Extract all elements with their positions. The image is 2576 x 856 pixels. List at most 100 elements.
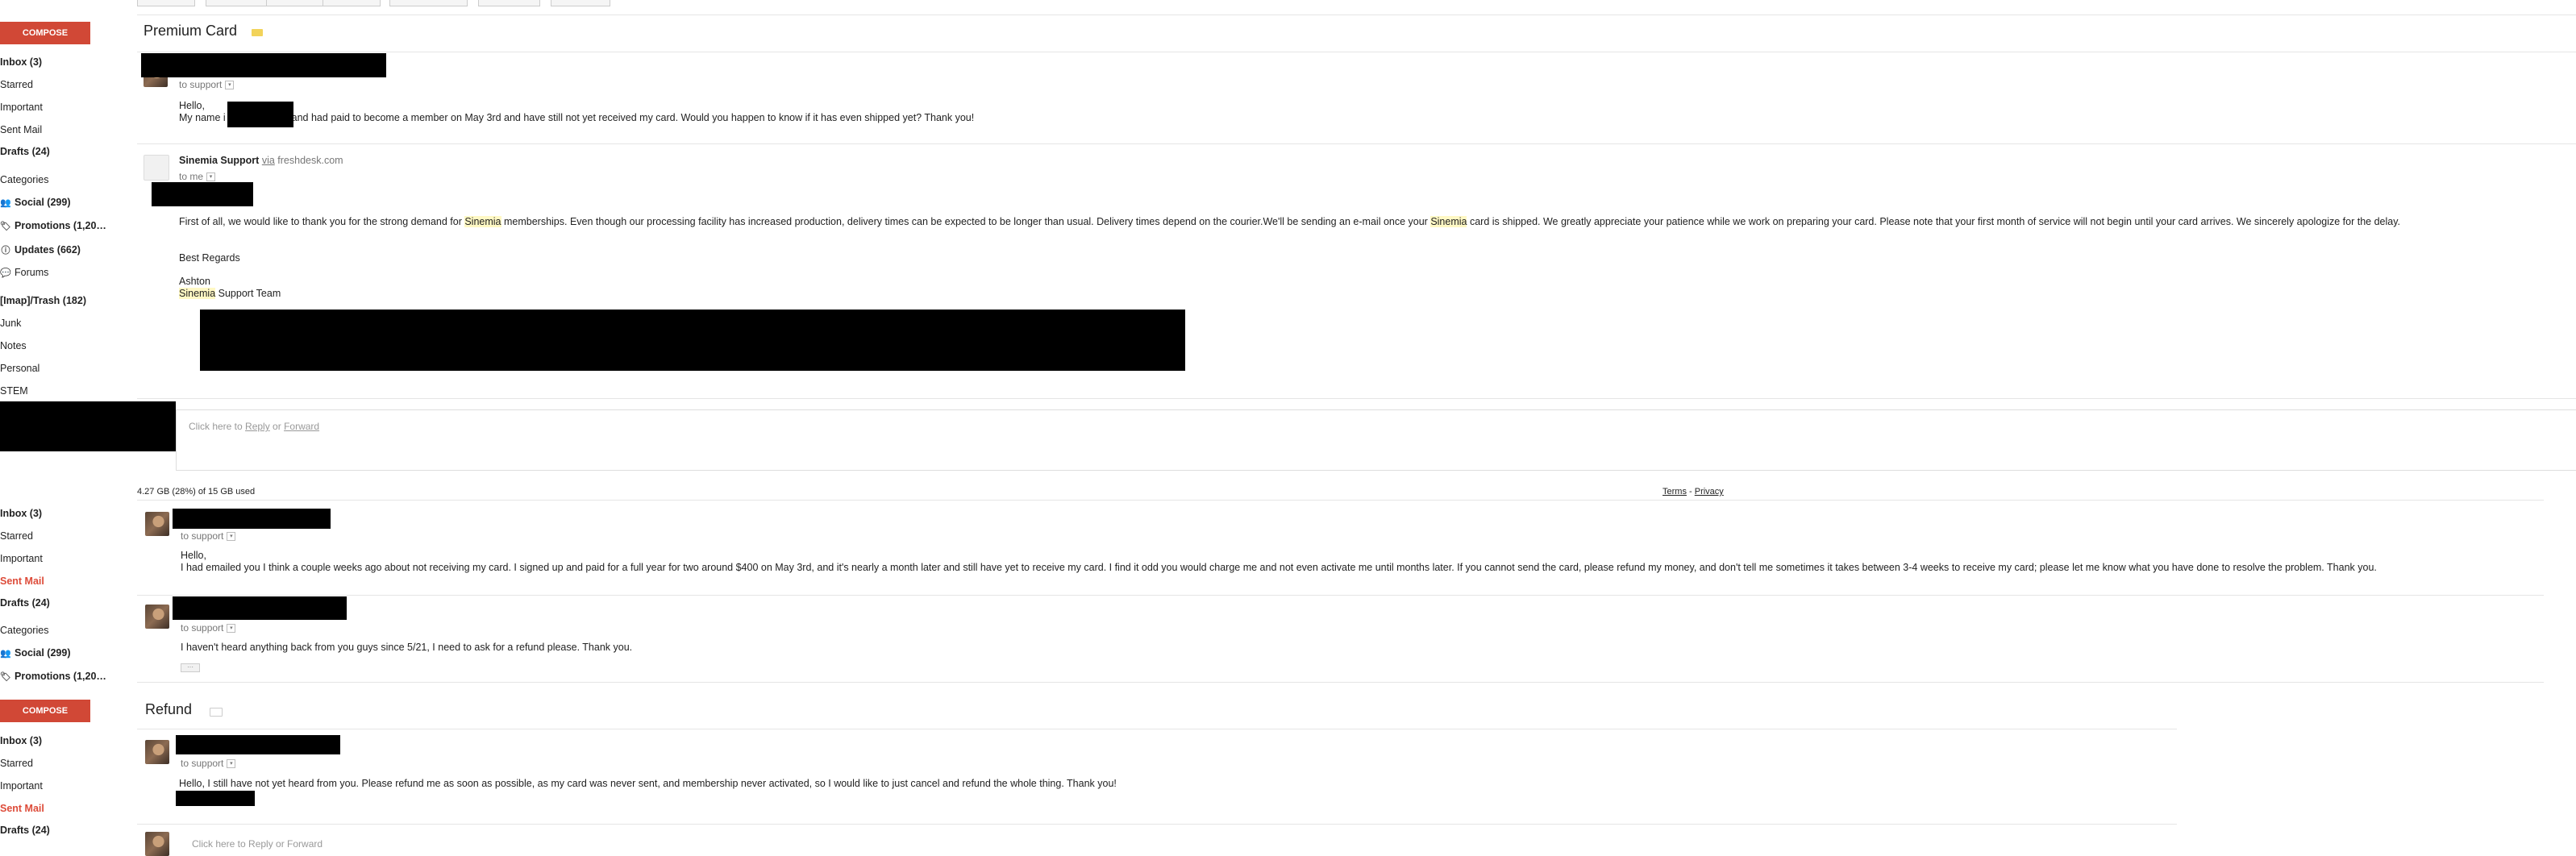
nav-starred[interactable]: Starred (0, 79, 33, 90)
footer-links: Terms - Privacy (1663, 487, 1724, 497)
nav-important[interactable]: Important (0, 553, 43, 564)
message-signature-name: Ashton (179, 276, 210, 287)
dropdown-caret-icon[interactable]: ▾ (225, 81, 235, 90)
nav-sent-mail[interactable]: Sent Mail (0, 124, 42, 135)
dropdown-caret-icon[interactable]: ▾ (227, 759, 236, 769)
show-trimmed-button[interactable]: ··· (181, 663, 200, 672)
nav-sent-mail[interactable]: Sent Mail (0, 803, 44, 814)
toolbar-tab[interactable] (389, 0, 468, 6)
nav-inbox[interactable]: Inbox (3) (0, 735, 42, 746)
recipient-line[interactable]: to support ▾ (181, 530, 236, 542)
message-text: card is shipped. We greatly appreciate y… (1467, 216, 2401, 227)
recipient-line[interactable]: to support ▾ (181, 622, 236, 634)
toolbar-tab[interactable] (206, 0, 268, 6)
sender-domain: freshdesk.com (277, 155, 343, 166)
avatar (145, 605, 169, 629)
nav-categories[interactable]: Categories (0, 625, 48, 636)
nav-important[interactable]: Important (0, 780, 43, 792)
nav-updates-label: Updates (662) (15, 244, 81, 256)
compose-button[interactable]: COMPOSE (0, 700, 90, 722)
recipient-line[interactable]: to support ▾ (181, 758, 236, 769)
message-body: Hello, I still have not yet heard from y… (179, 778, 1117, 789)
recipient-text: to support (179, 79, 223, 90)
sender-name[interactable]: Sinemia Support (179, 155, 259, 166)
message-body: I had emailed you I think a couple weeks… (181, 562, 2377, 573)
message-regards: Best Regards (179, 252, 240, 264)
redacted-block (152, 182, 253, 206)
divider (137, 682, 2544, 683)
nav-updates[interactable]: ⓘ Updates (662) (0, 243, 81, 256)
dropdown-caret-icon[interactable]: ▾ (206, 172, 216, 182)
nav-stem[interactable]: STEM (0, 385, 28, 397)
nav-starred[interactable]: Starred (0, 530, 33, 542)
recipient-text: to support (181, 622, 224, 634)
nav-starred[interactable]: Starred (0, 758, 33, 769)
highlighted-text: Sinemia (1430, 216, 1467, 227)
nav-sent-mail[interactable]: Sent Mail (0, 576, 44, 587)
message-text: and had paid to become a member on May 3… (291, 112, 975, 123)
label-tag-icon[interactable] (252, 29, 263, 36)
nav-drafts[interactable]: Drafts (24) (0, 146, 50, 157)
nav-inbox[interactable]: Inbox (3) (0, 508, 42, 519)
recipient-text: to support (181, 758, 224, 769)
nav-personal[interactable]: Personal (0, 363, 40, 374)
redacted-block (0, 401, 176, 451)
toolbar-tab[interactable] (551, 0, 610, 6)
reply-box[interactable] (176, 409, 2576, 471)
dropdown-caret-icon[interactable]: ▾ (227, 624, 236, 634)
avatar (145, 512, 169, 536)
toolbar-tab[interactable] (478, 0, 540, 6)
chat-icon: 💬 (0, 268, 11, 278)
divider (137, 398, 2576, 399)
storage-usage: 4.27 GB (28%) of 15 GB used (137, 487, 256, 497)
nav-categories[interactable]: Categories (0, 174, 48, 185)
nav-notes[interactable]: Notes (0, 340, 27, 351)
message-text: My name i (179, 112, 226, 123)
redacted-name (227, 102, 293, 127)
thread-subject: Premium Card (144, 23, 238, 39)
highlighted-text: Sinemia (179, 288, 216, 299)
message-text: First of all, we would like to thank you… (179, 216, 465, 227)
privacy-link[interactable]: Privacy (1695, 487, 1724, 497)
tag-icon: 🏷 (0, 672, 11, 682)
message-body: My name i and had paid to become a member… (179, 112, 974, 124)
forward-link[interactable]: Forward (284, 421, 319, 432)
toolbar-tab[interactable] (266, 0, 324, 6)
dropdown-caret-icon[interactable]: ▾ (227, 532, 236, 542)
message-body: First of all, we would like to thank you… (179, 216, 2400, 228)
reply-link[interactable]: Reply (245, 421, 270, 432)
terms-link[interactable]: Terms (1663, 487, 1687, 497)
nav-junk[interactable]: Junk (0, 318, 21, 329)
reply-prompt[interactable]: Click here to Reply or Forward (192, 838, 323, 850)
recipient-line[interactable]: to support ▾ (179, 79, 235, 90)
toolbar-tab[interactable] (137, 0, 195, 6)
toolbar-tab[interactable] (323, 0, 381, 6)
message-greeting: Hello, (181, 550, 206, 561)
nav-promotions-label: Promotions (1,20… (15, 671, 106, 682)
recipient-line[interactable]: to me ▾ (179, 171, 216, 182)
nav-drafts[interactable]: Drafts (24) (0, 825, 50, 836)
reply-prompt: Click here to Reply or Forward (189, 421, 319, 432)
nav-social[interactable]: 👥 Social (299) (0, 197, 70, 208)
thread-subject: Refund (145, 701, 193, 717)
nav-inbox[interactable]: Inbox (3) (0, 56, 42, 68)
nav-social-label: Social (299) (15, 197, 71, 208)
info-icon: ⓘ (1, 246, 10, 256)
label-tag-icon[interactable] (210, 708, 223, 717)
compose-button[interactable]: COMPOSE (0, 22, 90, 44)
redacted-sender (176, 735, 340, 754)
divider (137, 500, 2544, 501)
avatar (145, 740, 169, 764)
people-icon: 👥 (0, 649, 11, 659)
nav-social[interactable]: 👥 Social (299) (0, 647, 70, 659)
nav-forums[interactable]: 💬 Forums (0, 267, 48, 278)
nav-important[interactable]: Important (0, 102, 43, 113)
via-link[interactable]: via (262, 155, 275, 166)
highlighted-text: Sinemia (464, 216, 501, 227)
nav-drafts[interactable]: Drafts (24) (0, 597, 50, 609)
nav-trash[interactable]: [Imap]/Trash (182) (0, 295, 86, 306)
nav-promotions[interactable]: 🏷 Promotions (1,20… (0, 220, 106, 231)
sender-line: Sinemia Support via freshdesk.com (179, 155, 343, 166)
redacted-sender (173, 509, 331, 529)
nav-promotions[interactable]: 🏷 Promotions (1,20… (0, 671, 106, 682)
